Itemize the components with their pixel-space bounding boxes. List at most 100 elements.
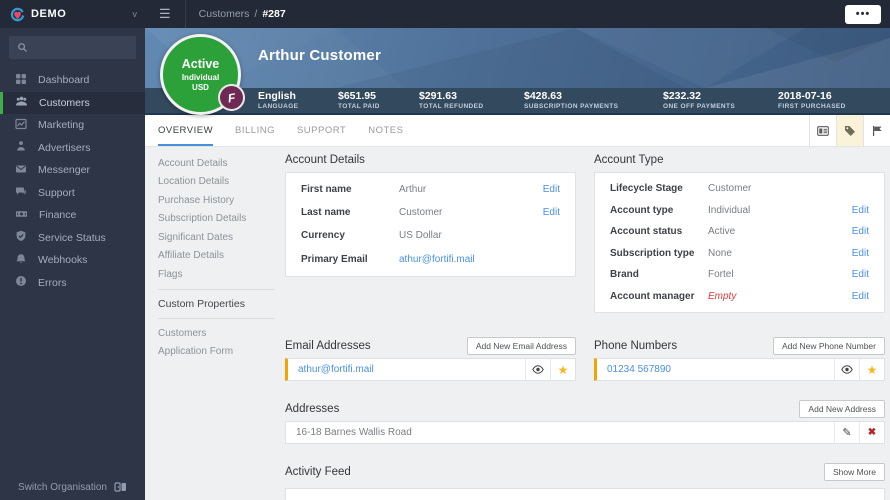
fortifi-logo-icon	[10, 7, 25, 22]
add-new-address-button[interactable]: Add New Address	[799, 399, 885, 418]
contact-card-button[interactable]	[809, 115, 836, 146]
breadcrumb-section[interactable]: Customers	[199, 8, 250, 20]
sidebar-item-label: Errors	[38, 276, 67, 289]
search-input[interactable]	[34, 42, 128, 53]
detail-row-primary-email: Primary Email athur@fortifi.mail	[286, 248, 575, 271]
show-more-button[interactable]: Show More	[824, 462, 885, 481]
phone-visibility-button[interactable]	[834, 359, 859, 380]
edit-link[interactable]: Edit	[852, 291, 869, 302]
edit-link[interactable]: Edit	[852, 248, 869, 259]
add-new-email-button[interactable]: Add New Email Address	[466, 336, 576, 355]
email-visibility-button[interactable]	[525, 359, 550, 380]
hamburger-menu-icon[interactable]: ☰	[145, 0, 186, 28]
stat-label: LANGUAGE	[258, 103, 299, 110]
divider	[158, 288, 275, 290]
stat-label: TOTAL REFUNDED	[419, 103, 484, 110]
subnav-subscription-details[interactable]: Subscription Details	[145, 210, 285, 229]
tab-overview[interactable]: OVERVIEW	[158, 115, 214, 146]
org-brand[interactable]: DEMO v	[0, 0, 145, 28]
divider	[158, 318, 275, 319]
stat-total-paid: $651.95 TOTAL PAID	[338, 91, 419, 111]
account-type-card: Lifecycle Stage Customer Account type In…	[594, 172, 885, 313]
switch-organisation-button[interactable]: Switch Organisation	[0, 481, 145, 493]
subnav-purchase-history[interactable]: Purchase History	[145, 191, 285, 210]
sidebar-nav: Dashboard Customers Marketing Advertiser…	[0, 69, 145, 294]
stat-value: 2018-07-16	[778, 90, 832, 102]
subnav-location-details[interactable]: Location Details	[145, 173, 285, 192]
sidebar-item-label: Messenger	[38, 164, 90, 177]
field-value: US Dollar	[399, 230, 442, 242]
subnav-affiliate-details[interactable]: Affiliate Details	[145, 247, 285, 266]
address-value: 16-18 Barnes Wallis Road	[296, 427, 412, 438]
account-details-section: Account Details First name Arthur Edit L…	[285, 147, 576, 277]
stat-first-purchased: 2018-07-16 FIRST PURCHASED	[778, 90, 846, 111]
eye-icon	[532, 365, 544, 374]
chevron-down-icon[interactable]: v	[133, 9, 138, 19]
address-edit-button[interactable]: ✎	[834, 422, 859, 443]
customer-stats-bar: English LANGUAGE $651.95 TOTAL PAID $291…	[145, 88, 890, 115]
field-value: Customer	[708, 183, 752, 195]
sidebar-item-advertisers[interactable]: Advertisers	[0, 137, 145, 160]
sidebar-item-webhooks[interactable]: Webhooks	[0, 249, 145, 272]
stat-label: FIRST PURCHASED	[778, 103, 846, 110]
edit-link[interactable]: Edit	[852, 269, 869, 280]
edit-link[interactable]: Edit	[852, 205, 869, 216]
field-label: Last name	[301, 207, 351, 219]
subnav-significant-dates[interactable]: Significant Dates	[145, 228, 285, 247]
sidebar-item-label: Finance	[39, 209, 77, 222]
delete-x-icon: ✖	[867, 427, 877, 438]
add-new-phone-button[interactable]: Add New Phone Number	[772, 336, 885, 355]
stat-label: SUBSCRIPTION PAYMENTS	[524, 103, 619, 110]
phone-value-link[interactable]: 01234 567890	[597, 359, 834, 380]
edit-link[interactable]: Edit	[543, 184, 560, 195]
subnav-customers[interactable]: Customers	[145, 324, 285, 343]
sidebar-item-finance[interactable]: Finance	[0, 204, 145, 227]
address-delete-button[interactable]: ✖	[859, 422, 884, 443]
stat-total-refunded: $291.63 TOTAL REFUNDED	[419, 91, 524, 111]
activity-feed-title: Activity Feed	[285, 465, 351, 478]
sidebar-item-customers[interactable]: Customers	[0, 91, 145, 114]
edit-link[interactable]: Edit	[852, 226, 869, 237]
sidebar-item-errors[interactable]: Errors	[0, 272, 145, 295]
breadcrumb: Customers / #287	[199, 8, 286, 20]
subnav-flags[interactable]: Flags	[145, 265, 285, 284]
field-label: First name	[301, 184, 352, 196]
email-addresses-section: Email Addresses Add New Email Address at…	[285, 333, 576, 381]
sidebar-item-dashboard[interactable]: Dashboard	[0, 69, 145, 92]
subnav-application-form[interactable]: Application Form	[145, 343, 285, 362]
detail-row-brand: Brand Fortel Edit	[595, 264, 884, 286]
stat-language: English LANGUAGE	[258, 91, 338, 111]
phone-primary-star-button[interactable]: ★	[859, 359, 884, 380]
more-actions-button[interactable]: •••	[845, 4, 881, 24]
primary-email-link[interactable]: athur@fortifi.mail	[399, 254, 560, 265]
sidebar-item-service-status[interactable]: Service Status	[0, 227, 145, 250]
account-details-card: First name Arthur Edit Last name Custome…	[285, 172, 576, 277]
account-type-section: Account Type Lifecycle Stage Customer Ac…	[594, 147, 885, 313]
detail-row-account-manager: Account manager Empty Edit	[595, 286, 884, 308]
badge-currency-text: USD	[192, 83, 209, 92]
sidebar-search[interactable]	[9, 36, 136, 59]
edit-link[interactable]: Edit	[543, 207, 560, 218]
sidebar-item-support[interactable]: Support	[0, 182, 145, 205]
flags-button[interactable]	[863, 115, 890, 146]
tab-billing[interactable]: BILLING	[235, 115, 275, 146]
tags-button[interactable]	[836, 115, 863, 146]
sidebar-item-label: Service Status	[38, 231, 106, 244]
subnav-custom-properties-header: Custom Properties	[158, 297, 245, 310]
sidebar-item-marketing[interactable]: Marketing	[0, 114, 145, 137]
top-bar: DEMO v ☰ Customers / #287 •••	[0, 0, 890, 28]
marketing-icon	[15, 118, 27, 133]
messenger-icon	[15, 163, 27, 178]
detail-row-last-name: Last name Customer Edit	[286, 201, 575, 224]
tag-icon	[844, 125, 856, 137]
subnav-account-details[interactable]: Account Details	[145, 154, 285, 173]
tab-notes[interactable]: NOTES	[368, 115, 403, 146]
email-primary-star-button[interactable]: ★	[550, 359, 575, 380]
email-value-link[interactable]: athur@fortifi.mail	[288, 359, 525, 380]
sidebar-item-messenger[interactable]: Messenger	[0, 159, 145, 182]
stat-label: TOTAL PAID	[338, 103, 380, 110]
account-details-title: Account Details	[285, 153, 365, 166]
email-addresses-title: Email Addresses	[285, 339, 371, 352]
customer-tabs: OVERVIEW BILLING SUPPORT NOTES	[145, 115, 890, 147]
tab-support[interactable]: SUPPORT	[297, 115, 346, 146]
